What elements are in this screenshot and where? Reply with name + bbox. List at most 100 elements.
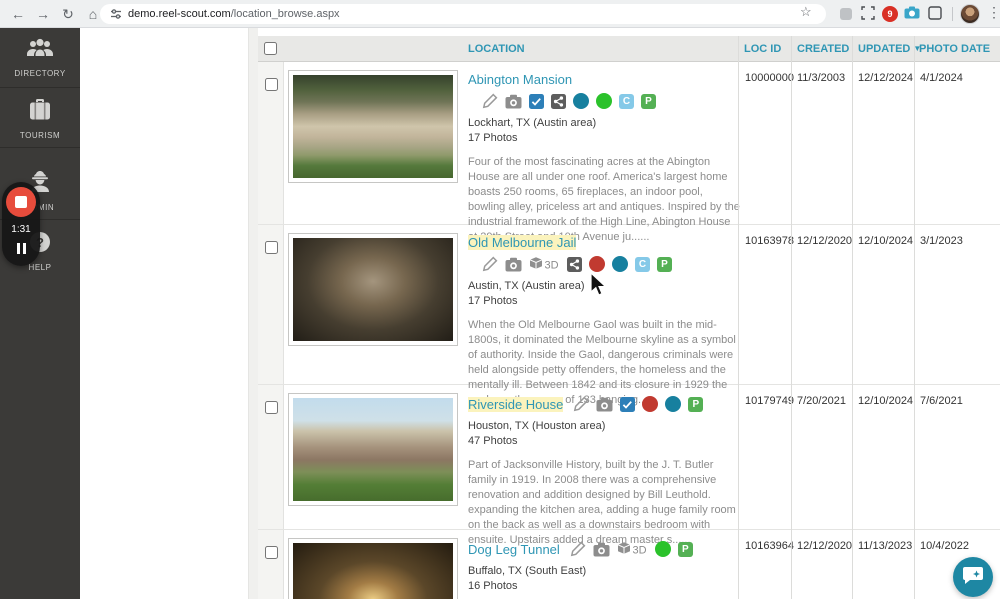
column-divider [791,36,792,599]
screenshot-frame-icon[interactable] [861,6,875,20]
updated-cell: 12/10/2024 [858,235,914,247]
location-title-link[interactable]: Abington Mansion [468,72,572,87]
table-row: Old Melbourne Jail 3D C P Austin, TX (Aust… [258,225,1000,406]
table-row: Dog Leg Tunnel 3D P Buffalo, TX (South Ea… [258,530,1000,599]
reload-icon[interactable]: ↻ [58,4,78,24]
edit-icon[interactable] [482,256,498,272]
column-header-updated[interactable]: UPDATED ▼ [858,43,921,55]
location-thumbnail[interactable] [288,70,458,183]
green-status-icon [654,541,671,557]
updated-cell: 12/12/2024 [858,72,914,84]
checked-box-icon[interactable] [529,93,544,109]
recording-timer: 1:31 [11,224,31,235]
edit-icon[interactable] [570,541,586,557]
forward-icon[interactable]: → [33,4,53,24]
photo-count: 47 Photos [468,435,518,447]
back-icon[interactable]: ← [8,4,28,24]
location-title-link[interactable]: Old Melbourne Jail [468,235,577,250]
row-checkbox[interactable] [265,78,278,91]
created-cell: 12/12/2020 [797,235,853,247]
location-thumbnail[interactable] [288,538,458,599]
pause-recording-button[interactable] [14,241,28,254]
row-checkbox[interactable] [265,546,278,559]
location-title-link[interactable]: Riverside House [468,396,564,412]
row-checkbox[interactable] [265,241,278,254]
table-row: Riverside House P Houston, TX (Houston a… [258,385,1000,546]
sidebar-item-directory[interactable]: DIRECTORY [0,28,80,88]
site-settings-icon[interactable] [110,8,122,20]
app-sidebar: DIRECTORY TOURISM ADMIN ? HELP [0,28,80,599]
p-badge-icon: P [688,396,704,412]
location-city: Austin, TX (Austin area) [468,280,585,292]
share-icon[interactable] [567,256,582,272]
status-icon-strip: 3D C P [482,255,740,273]
loc-id-cell: 10163978 [745,235,794,247]
chat-bubble-icon [962,565,984,590]
updated-cell: 12/10/2024 [858,395,914,407]
jail-photo [293,238,453,341]
sidebar-item-tourism[interactable]: TOURISM [0,88,80,148]
column-header-photo-date[interactable]: PHOTO DATE [919,43,990,55]
location-title-link[interactable]: Dog Leg Tunnel [468,542,560,557]
side-panel-icon[interactable] [928,6,942,20]
c-badge-icon: C [619,93,634,109]
teal-status-icon [665,396,682,412]
green-status-icon [596,93,612,109]
p-badge-icon: P [677,541,693,557]
edit-icon[interactable] [573,396,589,412]
location-thumbnail[interactable] [288,233,458,346]
teal-status-icon [573,93,589,109]
browser-window: ← → ↻ ⌂ demo.reel-scout.com/location_bro… [0,0,1000,599]
column-header-loc-id[interactable]: LOC ID [744,43,781,55]
camera-extension-icon[interactable] [904,6,920,19]
c-badge-icon: C [635,256,650,272]
address-bar[interactable]: demo.reel-scout.com/location_browse.aspx [100,4,826,24]
teal-status-icon [612,256,628,272]
table-header: LOCATION LOC ID CREATED UPDATED ▼ PHOTO … [258,36,1000,62]
3d-model-icon[interactable]: 3D [529,256,560,272]
created-cell: 7/20/2021 [797,395,846,407]
camera-icon[interactable] [505,257,522,272]
url-host: demo.reel-scout.com [128,8,231,20]
camera-icon[interactable] [593,542,610,557]
row-checkbox[interactable] [265,401,278,414]
select-all-checkbox[interactable] [264,42,277,55]
profile-avatar[interactable] [960,4,980,24]
column-divider [914,36,915,599]
extension-generic-icon[interactable] [840,6,852,20]
photo-date-cell: 10/4/2022 [920,540,969,552]
browser-menu-icon[interactable]: ⋮ [987,4,1000,21]
camera-icon[interactable] [596,397,613,412]
sidebar-item-label: DIRECTORY [14,69,66,78]
red-status-icon [642,396,659,412]
extension-badge-icon[interactable]: 9 [882,6,898,22]
chat-widget-button[interactable] [953,557,993,597]
location-thumbnail[interactable] [288,393,458,506]
loc-id-cell: 10000000 [745,72,794,84]
photo-date-cell: 3/1/2023 [920,235,963,247]
checked-box-icon[interactable] [620,396,636,412]
column-header-location[interactable]: LOCATION [468,43,525,55]
table-gutter [248,28,258,599]
column-header-created[interactable]: CREATED [797,43,849,55]
loc-id-cell: 10163964 [745,540,794,552]
photo-count: 17 Photos [468,132,518,144]
photo-date-cell: 4/1/2024 [920,72,963,84]
column-divider [852,36,853,599]
camera-icon[interactable] [505,94,522,109]
stop-recording-button[interactable] [6,187,36,217]
updated-cell: 11/13/2023 [858,540,913,552]
location-city: Buffalo, TX (South East) [468,565,587,577]
photo-count: 16 Photos [468,580,518,592]
sidebar-item-label: TOURISM [19,131,61,140]
created-cell: 11/3/2003 [797,72,846,84]
status-icon-strip: 3D P [570,540,693,558]
suitcase-icon [27,98,53,127]
bookmark-star-icon[interactable]: ☆ [800,4,812,20]
svg-text:3D: 3D [632,545,646,557]
edit-icon[interactable] [482,93,498,109]
3d-model-icon[interactable]: 3D [617,541,648,557]
created-cell: 12/12/2020 [797,540,853,552]
share-icon[interactable] [551,93,566,109]
